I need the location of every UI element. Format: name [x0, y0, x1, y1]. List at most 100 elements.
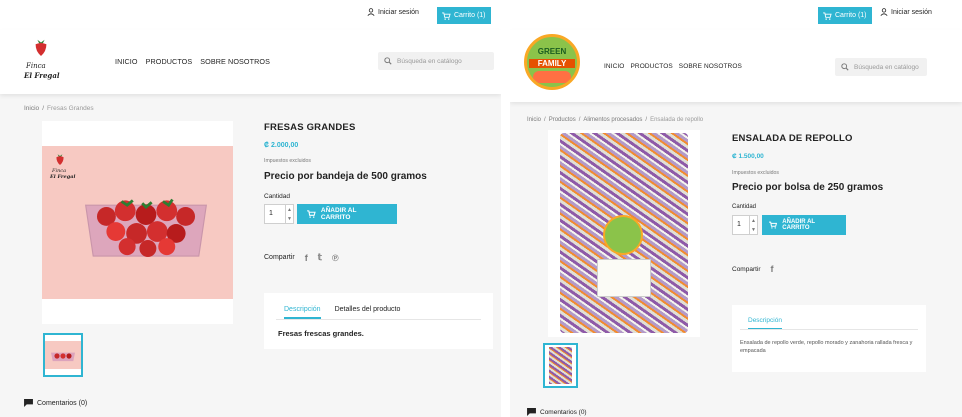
login-link[interactable]: Iniciar sesión: [880, 8, 932, 16]
quantity-label: Cantidad: [264, 193, 291, 200]
product-description: Fresas frescas grandes.: [278, 329, 364, 338]
breadcrumb: Inicio / Productos / Alimentos procesado…: [527, 117, 704, 123]
tab-divider: [276, 319, 481, 320]
search-placeholder: Búsqueda en catálogo: [397, 57, 462, 65]
comments-section[interactable]: Comentarios (0): [24, 399, 87, 407]
store-logo[interactable]: Finca El Fregal: [24, 36, 64, 88]
breadcrumb-inicio[interactable]: Inicio: [527, 117, 541, 123]
site-header: GREEN FAMILY INICIO PRODUCTOS SOBRE NOSO…: [510, 30, 962, 102]
top-bar: Carrito (1) Iniciar sesión: [510, 0, 962, 30]
chevron-up-icon[interactable]: ▲: [287, 207, 292, 213]
strawberry-icon: [56, 154, 64, 165]
site-header: Finca El Fregal INICIO PRODUCTOS SOBRE N…: [0, 30, 501, 94]
product-thumbnail[interactable]: [543, 343, 578, 388]
breadcrumb: Inicio / Fresas Grandes: [24, 105, 94, 112]
thumbnail-tray-illustration: [51, 352, 75, 362]
product-title: FRESAS GRANDES: [264, 122, 356, 133]
share-row: Compartir f: [732, 264, 774, 274]
nav-inicio[interactable]: INICIO: [604, 63, 624, 70]
login-link[interactable]: Iniciar sesión: [367, 8, 419, 16]
cart-icon: [769, 221, 778, 229]
quantity-arrows[interactable]: ▲ ▼: [749, 216, 757, 234]
strawberry-icon: [35, 39, 47, 56]
cart-icon: [823, 11, 832, 20]
search-icon: [841, 63, 849, 71]
logo-text-line2: El Fregal: [24, 71, 60, 80]
search-input[interactable]: Búsqueda en catálogo: [378, 52, 494, 70]
tab-descripcion[interactable]: Descripción: [284, 306, 321, 319]
product-tabs-card: Descripción Ensalada de repollo verde, r…: [732, 305, 926, 372]
user-icon: [880, 8, 888, 16]
pinterest-icon[interactable]: ℗: [332, 253, 339, 263]
store-logo[interactable]: GREEN FAMILY: [524, 34, 580, 90]
nav-productos[interactable]: PRODUCTOS: [146, 57, 193, 66]
product-description: Ensalada de repollo verde, repollo morad…: [740, 340, 913, 354]
share-row: Compartir f 𝕥 ℗: [264, 252, 339, 263]
breadcrumb-productos[interactable]: Productos: [549, 117, 576, 123]
product-price: ₡ 2.000,00: [264, 142, 299, 149]
nav-inicio[interactable]: INICIO: [115, 57, 138, 66]
comments-section[interactable]: Comentarios (0): [527, 408, 587, 416]
facebook-icon[interactable]: f: [305, 253, 308, 263]
nav-productos[interactable]: PRODUCTOS: [630, 63, 672, 70]
quantity-value: 1: [269, 210, 273, 217]
product-tabs-card: Descripción Detalles del producto Fresas…: [264, 293, 493, 349]
quantity-stepper[interactable]: 1 ▲ ▼: [732, 215, 758, 235]
quantity-arrows[interactable]: ▲ ▼: [285, 205, 293, 223]
chevron-down-icon[interactable]: ▼: [751, 227, 756, 233]
comment-icon: [527, 408, 536, 416]
logo-text-green: GREEN: [537, 47, 567, 56]
image-logo-text-line2: El Fregal: [50, 174, 76, 180]
main-nav: INICIO PRODUCTOS SOBRE NOSOTROS: [604, 63, 742, 70]
tab-divider: [740, 329, 918, 330]
product-image-card: [548, 130, 700, 337]
add-to-cart-button[interactable]: AÑADIR AL CARRITO: [297, 204, 397, 224]
tax-note: Impuestos excluidos: [732, 170, 779, 176]
breadcrumb-current: Ensalada de repollo: [650, 117, 704, 123]
tab-detalles[interactable]: Detalles del producto: [335, 306, 401, 319]
facebook-icon[interactable]: f: [771, 264, 774, 274]
product-price: ₡ 1.500,00: [732, 153, 764, 160]
add-to-cart-button[interactable]: AÑADIR AL CARRITO: [762, 215, 846, 235]
chevron-up-icon[interactable]: ▲: [751, 218, 756, 224]
logo-vegetables: [533, 71, 571, 83]
chevron-down-icon[interactable]: ▼: [287, 216, 292, 222]
product-tabs: Descripción Detalles del producto: [284, 306, 400, 319]
nav-sobre-nosotros[interactable]: SOBRE NOSOTROS: [679, 63, 742, 70]
share-label: Compartir: [264, 254, 295, 261]
product-title: ENSALADA DE REPOLLO: [732, 133, 853, 144]
top-bar: Iniciar sesión Carrito (1): [0, 0, 501, 30]
cart-icon: [442, 11, 451, 20]
quantity-stepper[interactable]: 1 ▲ ▼: [264, 204, 294, 224]
logo-text-line1: Finca: [26, 62, 46, 70]
breadcrumb-inicio[interactable]: Inicio: [24, 105, 39, 112]
cart-icon: [307, 210, 316, 218]
search-input[interactable]: Búsqueda en catálogo: [835, 58, 927, 76]
comments-label: Comentarios (0): [37, 399, 88, 407]
logo-text-family: FAMILY: [529, 59, 575, 68]
tax-note: Impuestos excluidos: [264, 158, 311, 164]
quantity-value: 1: [737, 221, 741, 228]
search-placeholder: Búsqueda en catálogo: [854, 63, 919, 71]
nav-sobre-nosotros[interactable]: SOBRE NOSOTROS: [200, 57, 270, 66]
quantity-label: Cantidad: [732, 204, 757, 210]
main-nav: INICIO PRODUCTOS SOBRE NOSOTROS: [115, 57, 270, 66]
thumbnail-image: [45, 341, 81, 369]
user-icon: [367, 8, 375, 16]
product-unit-price: Precio por bolsa de 250 gramos: [732, 182, 884, 193]
breadcrumb-category[interactable]: Alimentos procesados: [583, 117, 642, 123]
bag-label-sticker: [597, 259, 651, 297]
search-icon: [384, 57, 392, 65]
product-image[interactable]: Finca El Fregal: [42, 146, 233, 299]
product-image[interactable]: [560, 133, 688, 333]
cart-button[interactable]: Carrito (1): [818, 7, 872, 24]
product-unit-price: Precio por bandeja de 500 gramos: [264, 171, 427, 182]
share-label: Compartir: [732, 265, 761, 273]
left-store-screenshot: Iniciar sesión Carrito (1) Finca El Freg…: [0, 0, 501, 417]
thumbnail-image: [549, 347, 572, 384]
cart-button[interactable]: Carrito (1): [437, 7, 491, 24]
product-thumbnail[interactable]: [43, 333, 83, 377]
product-image-card: Finca El Fregal: [42, 121, 233, 324]
comment-icon: [24, 399, 33, 407]
twitter-icon[interactable]: 𝕥: [318, 252, 322, 263]
